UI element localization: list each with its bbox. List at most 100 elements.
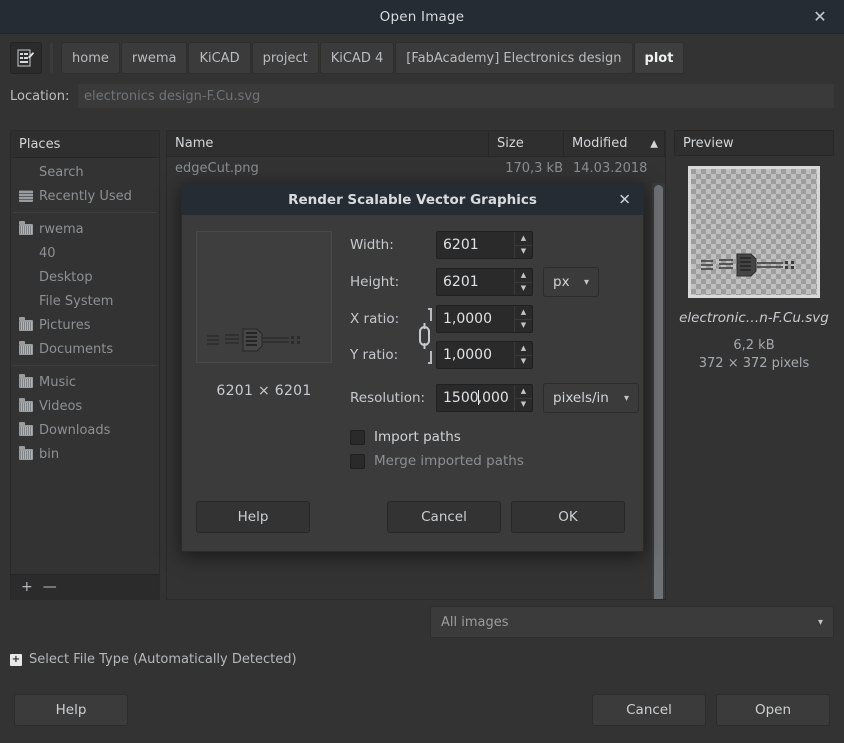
import-paths-checkbox[interactable]: Import paths <box>350 425 639 449</box>
render-svg-footer: Help Cancel OK <box>182 487 643 551</box>
place-label: Pictures <box>39 318 90 333</box>
breadcrumb-item-home[interactable]: home <box>61 42 120 74</box>
x-ratio-value[interactable]: 1,0000 <box>437 311 514 327</box>
file-name: edgeCut.png <box>167 161 497 176</box>
width-stepper[interactable]: ▲ ▼ <box>514 232 532 258</box>
resolution-value[interactable]: 1500,000 <box>437 390 514 406</box>
column-header-modified[interactable]: Modified ▲ <box>564 131 665 157</box>
stepper-up-icon[interactable]: ▲ <box>515 306 532 320</box>
place-item-bin[interactable]: bin <box>11 442 159 466</box>
width-row: Width: 6201 ▲ ▼ <box>350 231 639 259</box>
dialog-cancel-button[interactable]: Cancel <box>387 501 501 533</box>
height-row: Height: 6201 ▲ ▼ px ▾ <box>350 267 639 297</box>
path-entry-icon[interactable] <box>10 42 42 74</box>
breadcrumb-item-rwema[interactable]: rwema <box>121 42 188 74</box>
location-row: Location: electronics design-F.Cu.svg <box>0 82 844 110</box>
file-list-header: Name Size Modified ▲ <box>167 131 665 157</box>
render-svg-preview-column: 6201 × 6201 <box>196 231 332 473</box>
resolution-label: Resolution: <box>350 390 436 406</box>
stepper-up-icon[interactable]: ▲ <box>515 342 532 356</box>
stepper-down-icon[interactable]: ▼ <box>515 399 532 412</box>
height-input[interactable]: 6201 ▲ ▼ <box>436 268 533 296</box>
primary-actions: Cancel Open <box>592 694 830 726</box>
breadcrumb-item-fabacademy[interactable]: [FabAcademy] Electronics design <box>395 42 632 74</box>
dialog-help-button[interactable]: Help <box>196 501 310 533</box>
height-label: Height: <box>350 274 436 290</box>
column-header-name[interactable]: Name <box>167 131 489 157</box>
window-titlebar: Open Image ✕ <box>0 0 844 34</box>
cancel-button[interactable]: Cancel <box>592 694 706 726</box>
stepper-down-icon[interactable]: ▼ <box>515 246 532 259</box>
x-ratio-input[interactable]: 1,0000 ▲ ▼ <box>436 305 533 333</box>
preview-filename: electronic…n-F.Cu.svg <box>674 310 834 326</box>
select-file-type-label: Select File Type (Automatically Detected… <box>29 652 297 667</box>
stepper-down-icon[interactable]: ▼ <box>515 283 532 296</box>
place-item-file-system[interactable]: File System <box>11 289 159 313</box>
dialog-ok-button[interactable]: OK <box>511 501 625 533</box>
help-button[interactable]: Help <box>14 694 128 726</box>
file-filter-select[interactable]: All images ▾ <box>430 606 834 638</box>
y-ratio-value[interactable]: 1,0000 <box>437 347 514 363</box>
chain-link-icon[interactable] <box>414 303 434 369</box>
filter-row: All images ▾ <box>0 606 844 640</box>
place-item-music[interactable]: Music <box>11 370 159 394</box>
place-label: rwema <box>39 222 84 237</box>
file-list-scrollbar[interactable] <box>652 183 665 599</box>
breadcrumb-item-kicad[interactable]: KiCAD <box>188 42 250 74</box>
resolution-row: Resolution: 1500,000 ▲ ▼ pixels/in ▾ <box>350 383 639 413</box>
close-icon[interactable]: ✕ <box>618 192 631 207</box>
stepper-down-icon[interactable]: ▼ <box>515 356 532 369</box>
y-ratio-stepper[interactable]: ▲ ▼ <box>514 342 532 368</box>
table-row[interactable]: edgeCut.png 170,3 kB 14.03.2018 <box>167 157 665 180</box>
y-ratio-input[interactable]: 1,0000 ▲ ▼ <box>436 341 533 369</box>
breadcrumb-item-kicad-4[interactable]: KiCAD 4 <box>320 42 395 74</box>
place-label: Videos <box>39 399 82 414</box>
places-header: Places <box>11 131 159 158</box>
add-place-icon[interactable]: + <box>21 580 33 594</box>
place-item-rwema[interactable]: rwema <box>11 217 159 241</box>
width-label: Width: <box>350 237 436 253</box>
resolution-input[interactable]: 1500,000 ▲ ▼ <box>436 384 533 412</box>
width-value[interactable]: 6201 <box>437 237 514 253</box>
column-header-size[interactable]: Size <box>489 131 564 157</box>
chevron-up-icon: ▲ <box>650 138 658 149</box>
width-input[interactable]: 6201 ▲ ▼ <box>436 231 533 259</box>
scrollbar-thumb[interactable] <box>654 185 663 599</box>
pcb-artwork-icon <box>699 251 799 277</box>
place-item-recently-used[interactable]: Recently Used <box>11 184 159 208</box>
resolution-stepper[interactable]: ▲ ▼ <box>514 385 532 411</box>
remove-place-icon[interactable]: — <box>43 580 57 594</box>
expander-plus-icon: + <box>10 654 22 666</box>
height-stepper[interactable]: ▲ ▼ <box>514 269 532 295</box>
place-item-desktop[interactable]: Desktop <box>11 265 159 289</box>
place-label: bin <box>39 447 59 462</box>
select-file-type-expander[interactable]: + Select File Type (Automatically Detect… <box>10 652 297 667</box>
resolution-unit-select[interactable]: pixels/in ▾ <box>543 383 639 413</box>
place-item-search[interactable]: Search <box>11 160 159 184</box>
stepper-up-icon[interactable]: ▲ <box>515 385 532 399</box>
place-item-40[interactable]: 40 <box>11 241 159 265</box>
x-ratio-stepper[interactable]: ▲ ▼ <box>514 306 532 332</box>
stepper-up-icon[interactable]: ▲ <box>515 269 532 283</box>
chevron-down-icon: ▾ <box>624 393 629 404</box>
close-icon[interactable]: ✕ <box>810 7 830 27</box>
merge-imported-paths-checkbox[interactable]: Merge imported paths <box>350 449 639 473</box>
breadcrumb-item-plot[interactable]: plot <box>634 42 685 74</box>
stepper-up-icon[interactable]: ▲ <box>515 232 532 246</box>
place-item-documents[interactable]: Documents <box>11 337 159 361</box>
place-item-downloads[interactable]: Downloads <box>11 418 159 442</box>
dialog-action-bar: Help Cancel Open <box>0 677 844 743</box>
place-item-videos[interactable]: Videos <box>11 394 159 418</box>
breadcrumb-item-project[interactable]: project <box>252 42 319 74</box>
checkbox-indicator <box>350 454 365 469</box>
folder-icon <box>19 320 33 331</box>
location-input[interactable]: electronics design-F.Cu.svg <box>78 84 834 108</box>
stepper-down-icon[interactable]: ▼ <box>515 320 532 333</box>
height-value[interactable]: 6201 <box>437 274 514 290</box>
place-item-pictures[interactable]: Pictures <box>11 313 159 337</box>
resolution-value-after: ,000 <box>478 390 509 406</box>
render-svg-body: 6201 × 6201 Width: 6201 ▲ ▼ Height: <box>182 215 643 487</box>
open-button[interactable]: Open <box>716 694 830 726</box>
resolution-value-before: 1500 <box>443 390 479 406</box>
size-unit-select[interactable]: px ▾ <box>543 267 599 297</box>
